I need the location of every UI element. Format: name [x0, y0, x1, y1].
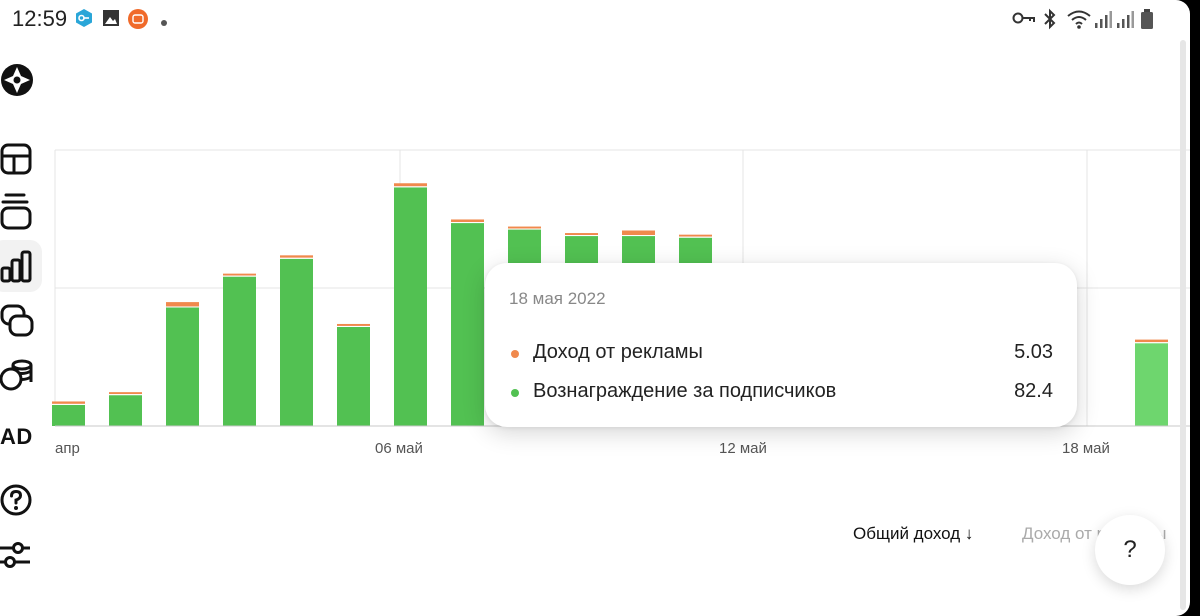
- settings-sliders-icon[interactable]: [0, 538, 34, 572]
- tooltip-row-subscribers: Вознаграждение за подписчиков 82.4: [509, 380, 1053, 404]
- bar-separator: [565, 235, 598, 237]
- app-screen: 12:59 AD апр 06 май 12 май 18 май 18 мая…: [0, 0, 1190, 616]
- chart-tooltip: 18 мая 2022 Доход от рекламы 5.03 Вознаг…: [485, 263, 1077, 427]
- tooltip-date: 18 мая 2022: [509, 289, 606, 308]
- bar-ads: [337, 323, 370, 326]
- tooltip-subscribers-value: 82.4: [1014, 380, 1053, 402]
- bar-subscribers: [223, 276, 256, 426]
- bar-separator: [394, 186, 427, 188]
- bar-ads: [280, 255, 313, 258]
- tooltip-subscribers-label: Вознаграждение за подписчиков: [533, 380, 837, 402]
- bar-separator: [52, 403, 85, 405]
- bar-separator: [280, 257, 313, 259]
- bar-subscribers: [337, 326, 370, 426]
- bar-ads: [166, 302, 199, 307]
- bar-subscribers: [109, 395, 142, 426]
- bar-separator: [109, 394, 142, 396]
- tooltip-row-ads: Доход от рекламы 5.03: [509, 341, 1053, 365]
- bar-subscribers: [1135, 343, 1168, 426]
- bar-separator: [622, 235, 655, 237]
- tooltip-ads-dot: [511, 350, 519, 358]
- bar-ads: [451, 219, 484, 223]
- bar-separator: [508, 228, 541, 230]
- scrollbar[interactable]: [1180, 40, 1186, 610]
- tooltip-ads-value: 5.03: [1014, 341, 1053, 363]
- bar-ads: [109, 392, 142, 395]
- x-tick-label: 18 май: [1062, 440, 1110, 457]
- bar-subscribers: [280, 258, 313, 426]
- tooltip-ads-label: Доход от рекламы: [533, 341, 703, 363]
- bar-ads: [223, 273, 256, 276]
- bar-subscribers: [394, 187, 427, 426]
- bar-ads: [1135, 339, 1168, 343]
- bar-separator: [679, 236, 712, 238]
- bar-separator: [337, 325, 370, 327]
- x-tick-label: апр: [55, 440, 80, 457]
- bar-ads: [622, 230, 655, 236]
- legend-total-income-sort[interactable]: Общий доход ↓: [853, 524, 973, 544]
- bar-separator: [223, 275, 256, 277]
- bar-ads: [508, 226, 541, 229]
- help-button[interactable]: ?: [1095, 515, 1165, 585]
- bar-ads: [394, 183, 427, 187]
- bar-subscribers: [451, 223, 484, 426]
- x-tick-label: 12 май: [719, 440, 767, 457]
- bar-ads: [52, 401, 85, 404]
- bar-separator: [1135, 342, 1168, 344]
- bar-subscribers: [166, 307, 199, 426]
- bar-subscribers: [52, 404, 85, 426]
- tooltip-subscribers-dot: [511, 389, 519, 397]
- x-tick-label: 06 май: [375, 440, 423, 457]
- bar-separator: [166, 306, 199, 308]
- bar-ads: [679, 234, 712, 237]
- help-circle-icon[interactable]: [0, 484, 32, 516]
- bar-separator: [451, 222, 484, 224]
- bar-ads: [565, 233, 598, 236]
